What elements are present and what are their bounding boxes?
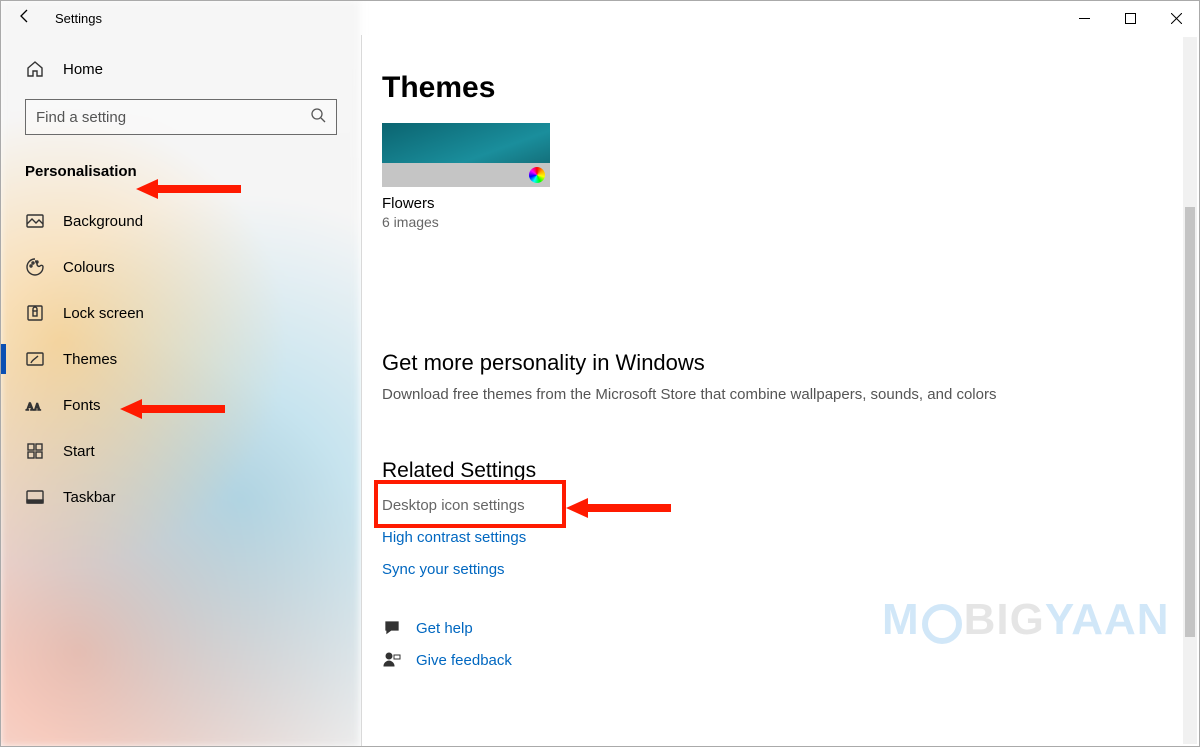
- link-give-feedback[interactable]: Give feedback: [382, 651, 1179, 669]
- search-input[interactable]: [36, 109, 297, 126]
- home-icon: [25, 59, 45, 79]
- sidebar-item-background[interactable]: Background: [1, 198, 361, 244]
- back-button[interactable]: [17, 8, 33, 29]
- search-box[interactable]: [25, 99, 337, 135]
- taskbar-icon: [25, 487, 45, 507]
- palette-icon: [25, 257, 45, 277]
- sidebar-home[interactable]: Home: [1, 47, 361, 91]
- titlebar: Settings: [1, 1, 1199, 35]
- search-icon: [310, 107, 326, 128]
- scrollbar[interactable]: [1183, 37, 1197, 744]
- link-high-contrast-settings[interactable]: High contrast settings: [382, 529, 526, 546]
- theme-name: Flowers: [382, 195, 550, 212]
- brush-icon: [25, 349, 45, 369]
- more-heading: Get more personality in Windows: [382, 350, 1179, 376]
- fonts-icon: AA: [25, 395, 45, 415]
- sidebar-item-label: Fonts: [63, 397, 101, 414]
- sidebar-section-title: Personalisation: [1, 149, 361, 198]
- help-link-label: Get help: [416, 620, 473, 637]
- chat-icon: [382, 619, 402, 637]
- scrollbar-thumb[interactable]: [1185, 207, 1195, 637]
- related-heading: Related Settings: [382, 459, 1179, 483]
- main-content: Themes Flowers 6 images Get more persona…: [361, 35, 1199, 746]
- sidebar-item-label: Taskbar: [63, 489, 116, 506]
- close-button[interactable]: [1153, 1, 1199, 35]
- image-icon: [25, 211, 45, 231]
- sidebar-item-start[interactable]: Start: [1, 428, 361, 474]
- sidebar-home-label: Home: [63, 61, 103, 78]
- sidebar-item-taskbar[interactable]: Taskbar: [1, 474, 361, 520]
- link-sync-your-settings[interactable]: Sync your settings: [382, 561, 505, 578]
- help-link-label: Give feedback: [416, 652, 512, 669]
- page-title: Themes: [382, 71, 1179, 105]
- sidebar-item-colours[interactable]: Colours: [1, 244, 361, 290]
- svg-text:A: A: [26, 401, 34, 413]
- lockscreen-icon: [25, 303, 45, 323]
- svg-text:A: A: [34, 402, 41, 412]
- sidebar-item-label: Lock screen: [63, 305, 144, 322]
- current-theme-card[interactable]: Flowers 6 images: [382, 123, 550, 230]
- color-wheel-icon: [529, 167, 545, 183]
- sidebar-item-label: Themes: [63, 351, 117, 368]
- link-desktop-icon-settings[interactable]: Desktop icon settings: [382, 497, 525, 514]
- sidebar-item-label: Background: [63, 213, 143, 230]
- theme-thumbnail: [382, 123, 550, 187]
- sidebar-item-themes[interactable]: Themes: [1, 336, 361, 382]
- sidebar-item-fonts[interactable]: AA Fonts: [1, 382, 361, 428]
- sidebar: Home Personalisation Background Colours …: [1, 35, 361, 746]
- sidebar-item-lock-screen[interactable]: Lock screen: [1, 290, 361, 336]
- minimize-button[interactable]: [1061, 1, 1107, 35]
- feedback-icon: [382, 651, 402, 669]
- theme-subtitle: 6 images: [382, 214, 550, 230]
- watermark: MBIGYAAN: [882, 595, 1170, 645]
- start-icon: [25, 441, 45, 461]
- sidebar-item-label: Colours: [63, 259, 115, 276]
- maximize-button[interactable]: [1107, 1, 1153, 35]
- sidebar-item-label: Start: [63, 443, 95, 460]
- more-body: Download free themes from the Microsoft …: [382, 386, 1179, 403]
- window-title: Settings: [55, 11, 102, 26]
